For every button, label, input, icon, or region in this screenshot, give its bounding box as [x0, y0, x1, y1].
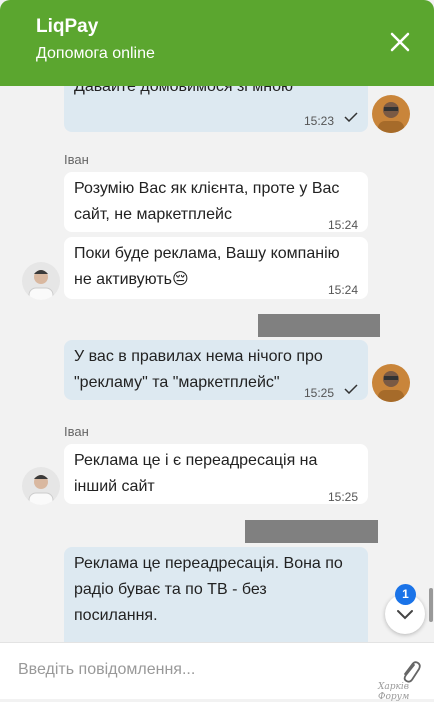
redacted-block — [245, 520, 378, 543]
avatar — [22, 467, 60, 505]
message-bubble: Давайте домовимося зі мною 15:23 — [64, 86, 368, 132]
message-text: Реклама це переадресація. Вона по радіо … — [74, 555, 343, 624]
chat-subtitle: Допомога online — [36, 45, 155, 62]
message-time: 15:24 — [327, 218, 358, 232]
sender-name: Іван — [64, 152, 89, 167]
sender-name: Іван — [64, 424, 89, 439]
message-input[interactable] — [16, 655, 380, 685]
message-text: Реклама це і є переадресація на інший са… — [74, 452, 318, 495]
paperclip-icon[interactable] — [398, 657, 422, 685]
message-text: Розумію Вас як клієнта, проте у Вас сайт… — [74, 180, 340, 223]
message-bubble: Реклама це і є переадресація на інший са… — [64, 444, 368, 504]
message-bubble: У вас в правилах нема нічого про "реклам… — [64, 340, 368, 400]
message-bubble: Розумію Вас як клієнта, проте у Вас сайт… — [64, 172, 368, 232]
scrollbar[interactable] — [429, 588, 433, 622]
message-time: 15:25 — [303, 386, 334, 400]
redacted-block — [258, 314, 380, 337]
message-bubble: Реклама це переадресація. Вона по радіо … — [64, 547, 368, 642]
message-text: Давайте домовимося зі мною — [74, 86, 294, 95]
avatar — [372, 364, 410, 402]
message-time: 15:24 — [327, 283, 358, 297]
message-bubble: Поки буде реклама, Вашу компанію не акти… — [64, 237, 368, 299]
avatar — [372, 95, 410, 133]
checkmark-icon — [344, 112, 358, 122]
close-icon[interactable] — [386, 28, 414, 56]
message-time: 15:25 — [327, 490, 358, 504]
app-title: LiqPay — [36, 16, 99, 37]
message-time: 15:23 — [303, 114, 334, 128]
chat-header: LiqPay Допомога online — [0, 0, 434, 86]
avatar — [22, 262, 60, 300]
message-composer — [0, 642, 434, 699]
watermark: Харків Форум — [378, 682, 410, 702]
message-text: Поки буде реклама, Вашу компанію не акти… — [74, 245, 340, 288]
checkmark-icon — [344, 384, 358, 394]
unread-badge: 1 — [395, 584, 416, 605]
message-list[interactable]: Давайте домовимося зі мною 15:23 Іван Ро… — [0, 86, 434, 642]
